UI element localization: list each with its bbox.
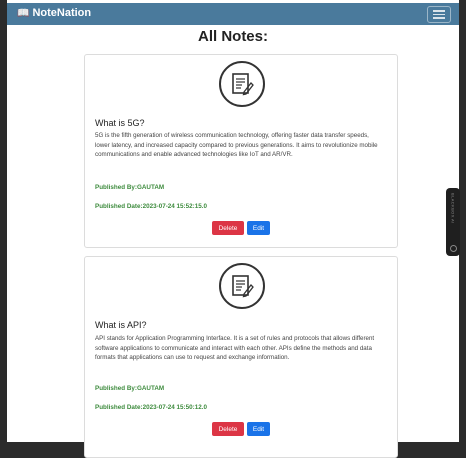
- hamburger-line: [433, 13, 445, 16]
- hamburger-line: [433, 10, 445, 12]
- note-title: What is 5G?: [95, 118, 145, 128]
- note-card: What is 5G? 5G is the fifth generation o…: [84, 54, 398, 248]
- book-icon: 📖: [17, 7, 30, 19]
- delete-button[interactable]: Delete: [212, 221, 244, 235]
- blackbox-label: BLACKBOX AI: [450, 193, 456, 224]
- note-icon: [219, 61, 265, 107]
- navbar: 📖 NoteNation: [7, 3, 459, 25]
- edit-button[interactable]: Edit: [247, 221, 270, 235]
- brand-label: NoteNation: [32, 7, 92, 19]
- blackbox-widget[interactable]: BLACKBOX AI: [446, 188, 460, 256]
- published-date: Published Date:2023-07-24 15:50:12.0: [95, 404, 208, 411]
- published-date: Published Date:2023-07-24 15:52:15.0: [95, 203, 208, 210]
- note-title: What is API?: [95, 320, 147, 330]
- page-title: All Notes:: [197, 28, 268, 45]
- note-icon: [219, 263, 265, 309]
- delete-button[interactable]: Delete: [212, 422, 244, 436]
- note-body: API stands for Application Programming I…: [95, 335, 375, 362]
- edit-button[interactable]: Edit: [247, 422, 270, 436]
- published-by: Published By:GAUTAM: [95, 184, 165, 191]
- note-card: What is API? API stands for Application …: [84, 256, 398, 458]
- hamburger-line: [433, 17, 445, 19]
- widget-dot-icon: [449, 245, 457, 252]
- navbar-brand[interactable]: 📖 NoteNation: [17, 7, 91, 19]
- published-by: Published By:GAUTAM: [95, 385, 165, 392]
- menu-toggle-button[interactable]: [427, 6, 451, 23]
- note-body: 5G is the fifth generation of wireless c…: [95, 132, 378, 159]
